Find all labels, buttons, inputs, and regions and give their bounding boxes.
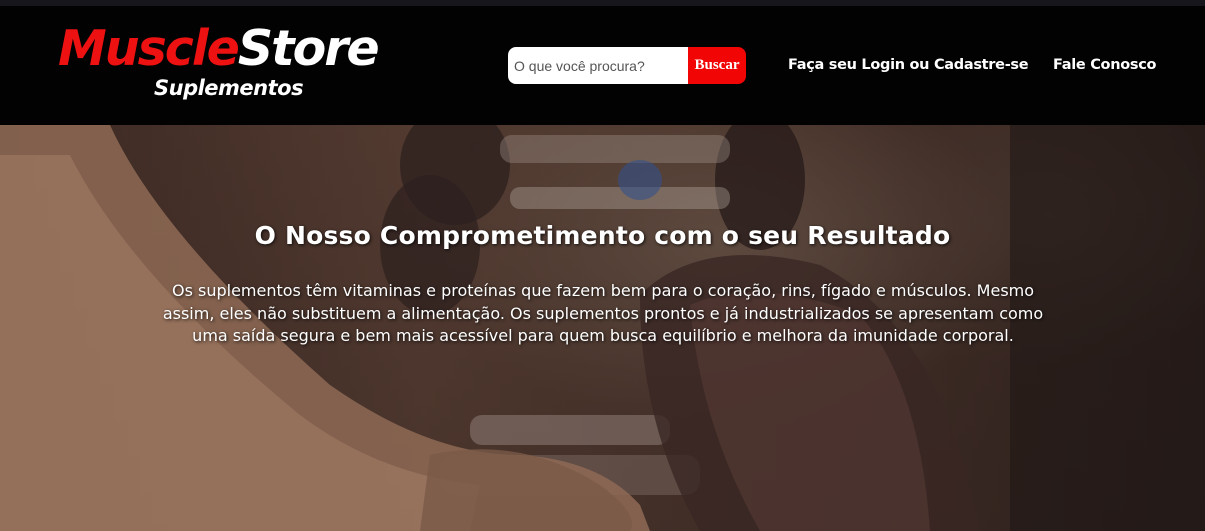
- logo-wordmark: MuscleStore: [58, 20, 380, 78]
- site-header: MuscleStore Suplementos Buscar Faça seu …: [0, 6, 1205, 125]
- logo-muscle: Muscle: [58, 20, 240, 77]
- login-link[interactable]: Faça seu Login ou Cadastre-se: [788, 57, 1029, 73]
- search-input[interactable]: [508, 47, 688, 84]
- search-form: Buscar: [508, 47, 746, 84]
- hero-banner: O Nosso Comprometimento com o seu Result…: [0, 125, 1205, 531]
- hero-description: Os suplementos têm vitaminas e proteínas…: [162, 281, 1044, 345]
- search-button[interactable]: Buscar: [688, 47, 746, 84]
- hero-title: O Nosso Comprometimento com o seu Result…: [254, 221, 951, 250]
- site-logo[interactable]: MuscleStore Suplementos: [58, 20, 418, 110]
- logo-tagline: Suplementos: [154, 76, 304, 100]
- logo-store: Store: [237, 20, 380, 77]
- contact-link[interactable]: Fale Conosco: [1053, 57, 1156, 73]
